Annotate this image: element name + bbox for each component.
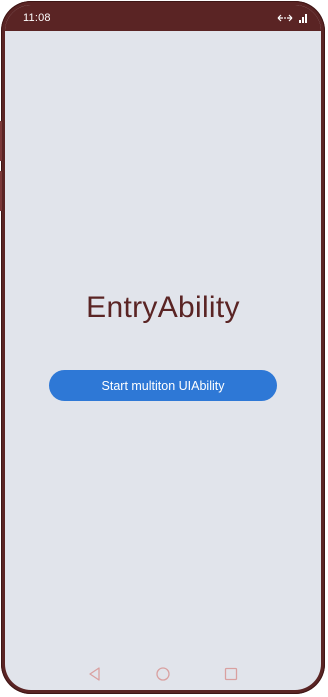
link-arrows-icon (277, 14, 293, 22)
page-title: EntryAbility (86, 291, 240, 324)
screen: 11:08 EntryAbility Start multiton UIAbil… (5, 5, 321, 690)
back-triangle-icon[interactable] (87, 666, 103, 682)
recents-square-icon[interactable] (223, 666, 239, 682)
status-bar: 11:08 (5, 5, 321, 31)
home-circle-icon[interactable] (155, 666, 171, 682)
device-frame: 11:08 EntryAbility Start multiton UIAbil… (0, 1, 325, 694)
side-button (0, 171, 2, 211)
status-time: 11:08 (23, 12, 51, 24)
status-icons (277, 12, 307, 24)
side-button (0, 121, 2, 161)
start-multiton-uiability-button[interactable]: Start multiton UIAbility (49, 370, 277, 401)
navigation-bar (5, 660, 321, 690)
signal-icon (299, 13, 307, 23)
